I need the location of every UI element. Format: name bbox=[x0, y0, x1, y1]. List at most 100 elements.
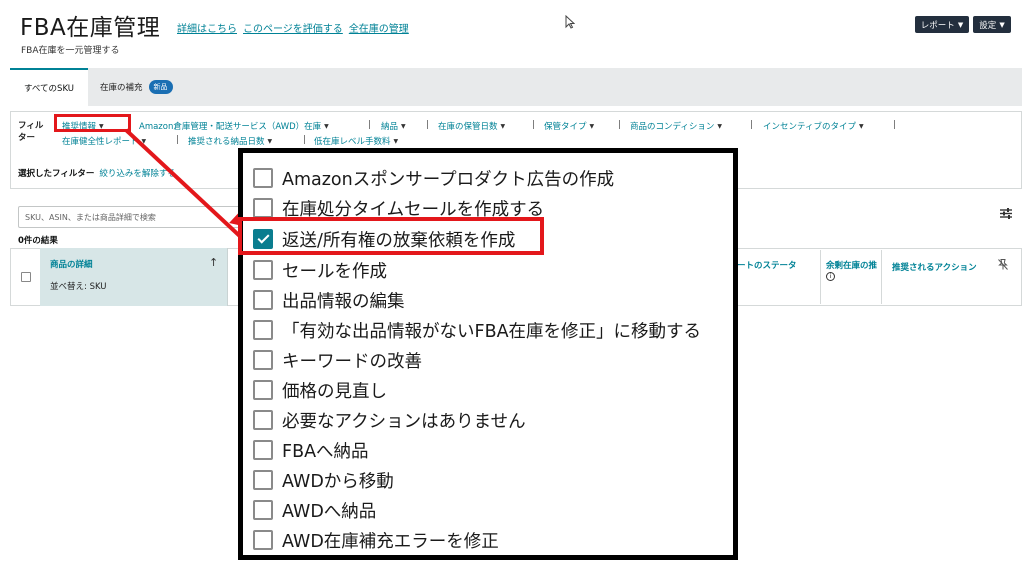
filter-storage-days[interactable]: 在庫の保管日数 ▼ bbox=[438, 120, 505, 132]
recommended-action-header[interactable]: 推奨されるアクション bbox=[892, 261, 977, 273]
divider: | bbox=[303, 135, 307, 145]
checkbox[interactable] bbox=[253, 198, 273, 218]
sliders-icon[interactable] bbox=[1000, 208, 1012, 222]
dropdown-option-label: AWDから移動 bbox=[282, 471, 394, 492]
filter-storage-type[interactable]: 保管タイプ ▼ bbox=[544, 120, 594, 132]
dropdown-option-label: FBAへ納品 bbox=[282, 441, 369, 462]
dropdown-option[interactable]: 出品情報の編集 bbox=[253, 288, 405, 312]
recommendation-dropdown: Amazonスポンサープロダクト広告の作成 在庫処分タイムセールを作成する 返送/所… bbox=[238, 148, 738, 560]
report-button[interactable]: レポート ▼ bbox=[915, 16, 969, 33]
surplus-column-header[interactable]: 余剰在庫の推 bbox=[826, 259, 877, 271]
filter-condition-label: 商品のコンディション bbox=[630, 122, 715, 132]
dropdown-option[interactable]: AWDへ納品 bbox=[253, 498, 376, 522]
tab-replenish[interactable]: 在庫の補充 新品 bbox=[100, 80, 173, 94]
checkbox[interactable] bbox=[253, 440, 273, 460]
divider: | bbox=[750, 120, 754, 130]
caret-down-icon: ▼ bbox=[859, 122, 864, 130]
select-all-checkbox[interactable] bbox=[21, 272, 31, 282]
caret-down-icon: ▼ bbox=[401, 122, 406, 130]
dropdown-option-label: 必要なアクションはありません bbox=[282, 411, 526, 432]
filter-awd-inventory[interactable]: Amazon倉庫管理・配送サービス（AWD）在庫 ▼ bbox=[139, 120, 329, 132]
pin-icon[interactable] bbox=[998, 259, 1008, 273]
dropdown-option[interactable]: 必要なアクションはありません bbox=[253, 408, 526, 432]
manage-all-inventory-link[interactable]: 全在庫の管理 bbox=[349, 20, 409, 35]
checkbox[interactable] bbox=[253, 470, 273, 490]
divider: | bbox=[893, 120, 897, 130]
chevron-down-icon: ▼ bbox=[957, 20, 964, 29]
dropdown-option-label: AWDへ納品 bbox=[282, 501, 377, 522]
dropdown-option[interactable]: キーワードの改善 bbox=[253, 348, 422, 372]
header-links: 詳細はこちら このページを評価する 全在庫の管理 bbox=[177, 20, 409, 35]
divider: | bbox=[176, 135, 180, 145]
column-divider bbox=[881, 250, 882, 304]
dropdown-option[interactable]: FBAへ納品 bbox=[253, 438, 369, 462]
arrow-up-icon[interactable]: ↑ bbox=[209, 256, 218, 269]
dropdown-option[interactable]: セールを作成 bbox=[253, 258, 387, 282]
highlight-box-filter bbox=[54, 114, 131, 132]
new-badge: 新品 bbox=[148, 80, 173, 94]
results-count: 0件の結果 bbox=[18, 236, 58, 246]
learn-more-link[interactable]: 詳細はこちら bbox=[177, 20, 237, 35]
filter-shipment-label: 納品 bbox=[381, 122, 399, 132]
caret-down-icon: ▼ bbox=[267, 137, 273, 145]
column-divider bbox=[820, 250, 821, 304]
product-details-header[interactable] bbox=[40, 248, 228, 306]
dropdown-option[interactable]: AWD在庫補充エラーを修正 bbox=[253, 528, 499, 552]
dropdown-option[interactable]: 価格の見直し bbox=[253, 378, 387, 402]
checkbox[interactable] bbox=[253, 350, 273, 370]
checkbox[interactable] bbox=[253, 530, 273, 550]
filter-storage-days-label: 在庫の保管日数 bbox=[438, 122, 498, 132]
filter-incentive-type[interactable]: インセンティブのタイプ ▼ bbox=[763, 120, 864, 132]
filter-low-inventory-fee[interactable]: 低在庫レベル手数料 ▼ bbox=[314, 135, 398, 147]
checkbox[interactable] bbox=[253, 500, 273, 520]
filter-shipment[interactable]: 納品 ▼ bbox=[381, 120, 406, 132]
filter-awd-label: Amazon倉庫管理・配送サービス（AWD）在庫 bbox=[139, 122, 322, 132]
filter-health-label: 在庫健全性レポート bbox=[62, 137, 139, 147]
dropdown-option-label: セールを作成 bbox=[282, 261, 387, 282]
filter-condition[interactable]: 商品のコンディション ▼ bbox=[630, 120, 722, 132]
checkbox[interactable] bbox=[253, 380, 273, 400]
checkbox[interactable] bbox=[253, 410, 273, 430]
status-column-header[interactable]: ートのステータ bbox=[737, 259, 797, 271]
sort-label: 並べ替え: SKU bbox=[50, 282, 107, 292]
settings-button[interactable]: 設定 ▼ bbox=[973, 16, 1011, 33]
caret-down-icon: ▼ bbox=[500, 122, 506, 130]
checkbox[interactable] bbox=[253, 168, 273, 188]
divider: | bbox=[368, 120, 372, 130]
divider: | bbox=[426, 120, 430, 130]
tab-replenish-label: 在庫の補充 bbox=[100, 83, 143, 93]
caret-down-icon: ▼ bbox=[589, 122, 595, 130]
dropdown-option-label: 価格の見直し bbox=[282, 381, 387, 402]
dropdown-option[interactable]: Amazonスポンサープロダクト広告の作成 bbox=[253, 166, 614, 190]
rate-page-link[interactable]: このページを評価する bbox=[243, 20, 343, 35]
dropdown-option-label: Amazonスポンサープロダクト広告の作成 bbox=[282, 169, 615, 190]
dropdown-option-label: キーワードの改善 bbox=[282, 351, 422, 372]
caret-down-icon: ▼ bbox=[717, 122, 723, 130]
tab-all-sku-label: すべてのSKU bbox=[23, 84, 75, 94]
info-icon[interactable]: i bbox=[826, 272, 835, 281]
checkbox[interactable] bbox=[253, 320, 273, 340]
filter-recommended-days[interactable]: 推奨される納品日数 ▼ bbox=[188, 135, 272, 147]
filter-label-line2: ター bbox=[18, 133, 36, 143]
chevron-down-icon: ▼ bbox=[999, 20, 1005, 29]
dropdown-option-label: AWD在庫補充エラーを修正 bbox=[282, 531, 499, 552]
caret-down-icon: ▼ bbox=[324, 122, 329, 130]
page-title: FBA在庫管理 bbox=[20, 15, 161, 41]
dropdown-option[interactable]: AWDから移動 bbox=[253, 468, 394, 492]
selected-filters-row: 選択したフィルター 絞り込みを解除する bbox=[18, 167, 176, 179]
dropdown-option[interactable]: 「有効な出品情報がないFBA在庫を修正」に移動する bbox=[253, 318, 701, 342]
filter-label-line1: フィル bbox=[18, 121, 44, 131]
filter-storage-type-label: 保管タイプ bbox=[544, 122, 587, 132]
tab-all-sku[interactable]: すべてのSKU bbox=[10, 68, 88, 106]
highlight-box-option bbox=[238, 217, 544, 255]
dropdown-option-label: 「有効な出品情報がないFBA在庫を修正」に移動する bbox=[282, 321, 702, 342]
filter-recommended-days-label: 推奨される納品日数 bbox=[188, 137, 265, 147]
filter-label: フィル ター bbox=[18, 120, 43, 144]
selected-filters-label: 選択したフィルター bbox=[18, 169, 95, 179]
page-subtitle: FBA在庫を一元管理する bbox=[21, 46, 120, 56]
dropdown-option-label: 出品情報の編集 bbox=[282, 291, 405, 312]
checkbox[interactable] bbox=[253, 260, 273, 280]
mouse-cursor-icon bbox=[565, 14, 576, 32]
product-details-title: 商品の詳細 bbox=[50, 260, 93, 270]
checkbox[interactable] bbox=[253, 290, 273, 310]
